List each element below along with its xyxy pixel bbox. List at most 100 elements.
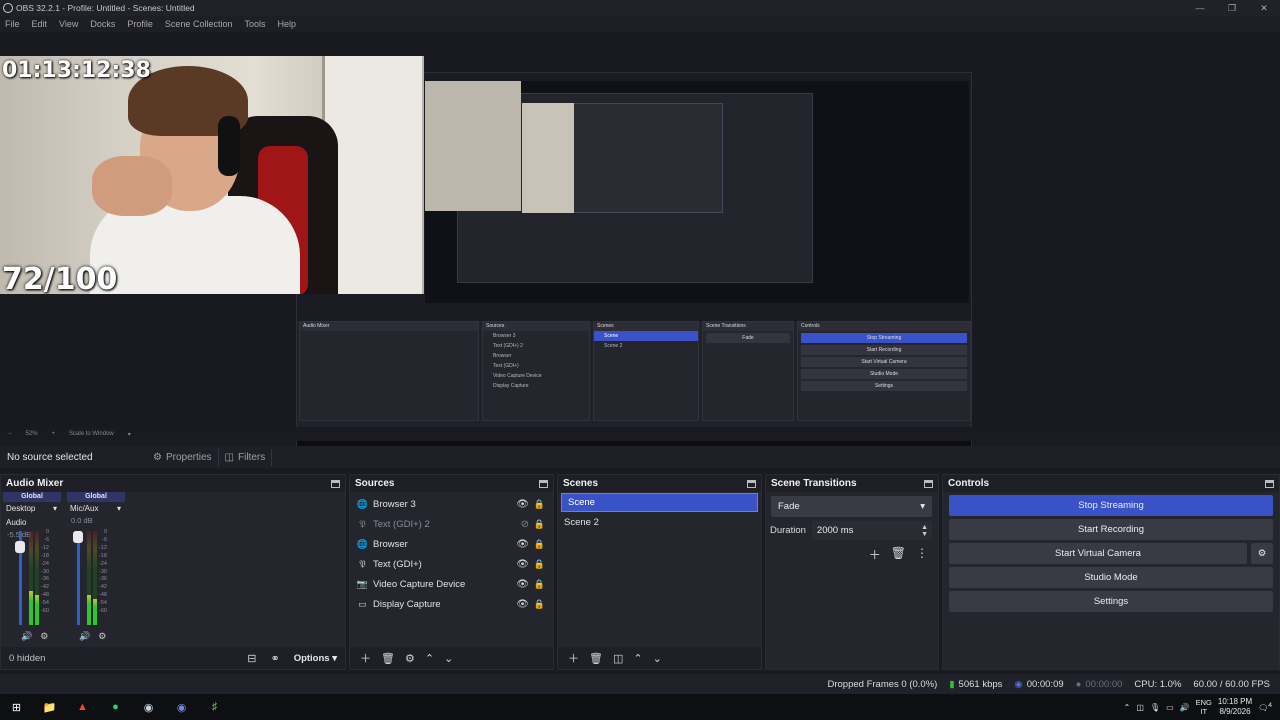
menu-view[interactable]: View bbox=[59, 19, 78, 29]
network-icon[interactable]: ◫ bbox=[1136, 703, 1144, 712]
spinner-arrows-icon[interactable]: ▲ ▼ bbox=[921, 524, 928, 538]
menu-docks[interactable]: Docks bbox=[90, 19, 115, 29]
add-scene-icon[interactable]: ＋ bbox=[568, 650, 579, 666]
eye-hidden-icon[interactable]: ⊘ bbox=[521, 519, 529, 530]
discord-icon[interactable]: ◉ bbox=[165, 694, 198, 720]
menu-edit[interactable]: Edit bbox=[32, 19, 48, 29]
lock-icon[interactable]: 🔒 bbox=[534, 559, 545, 570]
start-recording-button[interactable]: Start Recording bbox=[949, 519, 1273, 540]
source-row[interactable]: 📷 Video Capture Device 👁 🔒 bbox=[350, 574, 553, 594]
source-row[interactable]: 🌐 Browser 3 👁 🔒 bbox=[350, 494, 553, 514]
scene-item[interactable]: Scene bbox=[561, 493, 758, 512]
menu-profile[interactable]: Profile bbox=[127, 19, 153, 29]
source-row[interactable]: 𝔓 Text (GDI+) 2 ⊘ 🔒 bbox=[350, 514, 553, 534]
lock-icon[interactable]: 🔒 bbox=[534, 539, 545, 550]
settings-small-icon[interactable]: ⚙ bbox=[98, 631, 106, 642]
brave-icon[interactable]: ▲ bbox=[66, 694, 99, 720]
remove-transition-icon[interactable]: 🗑 bbox=[891, 546, 906, 563]
lock-icon[interactable]: 🔒 bbox=[534, 519, 545, 530]
record-time-group: ● 00:00:00 bbox=[1076, 679, 1123, 690]
preview-canvas[interactable]: Audio Mixer Sources Browser 3 Text (GDI+… bbox=[0, 32, 1280, 452]
language-indicator[interactable]: ENG IT bbox=[1196, 698, 1212, 716]
chevron-up-icon[interactable]: ⌃ bbox=[1124, 703, 1131, 712]
start-virtual-camera-button[interactable]: Start Virtual Camera bbox=[949, 543, 1247, 564]
remove-scene-icon[interactable]: 🗑 bbox=[589, 652, 603, 665]
volume-icon[interactable]: 🔊 bbox=[1180, 703, 1190, 712]
move-down-icon[interactable]: ⌄ bbox=[444, 652, 453, 665]
menu-help[interactable]: Help bbox=[277, 19, 296, 29]
filters-button[interactable]: ◫ Filters bbox=[219, 448, 273, 466]
channel-name-select[interactable]: Desktop Audio ▾ bbox=[3, 502, 61, 530]
eye-icon[interactable]: 👁 bbox=[516, 579, 529, 590]
steam-icon[interactable]: ◉ bbox=[132, 694, 165, 720]
add-source-icon[interactable]: ＋ bbox=[360, 650, 371, 666]
undock-icon[interactable] bbox=[1265, 479, 1274, 488]
undock-icon[interactable] bbox=[924, 479, 933, 488]
close-icon[interactable]: ✕ bbox=[1248, 0, 1280, 16]
duration-input[interactable]: 2000 ms ▲ ▼ bbox=[811, 521, 932, 540]
file-explorer-icon[interactable]: 📁 bbox=[33, 694, 66, 720]
source-properties-icon[interactable]: ⚙ bbox=[405, 652, 415, 665]
volume-slider-knob[interactable] bbox=[15, 541, 25, 553]
zoom-out-icon[interactable]: − bbox=[8, 431, 12, 437]
zoom-in-icon[interactable]: + bbox=[52, 431, 56, 437]
channel-name-select[interactable]: Mic/Aux ▾ bbox=[67, 502, 125, 516]
move-up-icon[interactable]: ⌃ bbox=[425, 652, 434, 665]
eye-icon[interactable]: 👁 bbox=[516, 539, 529, 550]
undock-icon[interactable] bbox=[539, 479, 548, 488]
scene-item[interactable]: Scene 2 bbox=[558, 513, 761, 533]
chevron-down-icon[interactable]: ▾ bbox=[128, 431, 131, 438]
menu-scene-collection[interactable]: Scene Collection bbox=[165, 19, 233, 29]
restore-icon[interactable]: ❐ bbox=[1216, 0, 1248, 16]
menu-tools[interactable]: Tools bbox=[244, 19, 265, 29]
more-options-icon[interactable]: ⋮ bbox=[916, 546, 928, 563]
volume-slider-track[interactable] bbox=[77, 531, 80, 625]
virtual-camera-row: Start Virtual Camera ⚙ bbox=[949, 543, 1273, 564]
notifications-icon[interactable]: 🗨4 bbox=[1258, 702, 1272, 713]
virtual-camera-settings-button[interactable]: ⚙ bbox=[1251, 543, 1273, 564]
scale-tick: -42 bbox=[41, 584, 49, 591]
minimize-icon[interactable]: — bbox=[1184, 0, 1216, 16]
source-row[interactable]: 𝔓 Text (GDI+) 👁 🔒 bbox=[350, 554, 553, 574]
link-icon[interactable]: ⚭ bbox=[270, 652, 279, 665]
scale-mode[interactable]: Scale to Window bbox=[69, 431, 114, 437]
spotify-icon[interactable]: ● bbox=[99, 694, 132, 720]
lock-icon[interactable]: 🔒 bbox=[534, 599, 545, 610]
source-row[interactable]: ▭ Display Capture 👁 🔒 bbox=[350, 594, 553, 614]
source-row[interactable]: 🌐 Browser 👁 🔒 bbox=[350, 534, 553, 554]
eye-icon[interactable]: 👁 bbox=[516, 499, 529, 510]
layout-toggle-icon[interactable]: ⊟ bbox=[247, 652, 256, 665]
volume-slider-knob[interactable] bbox=[73, 531, 83, 543]
options-button[interactable]: Options ▾ bbox=[294, 653, 337, 664]
lock-icon[interactable]: 🔒 bbox=[534, 499, 545, 510]
speaker-icon[interactable]: 🔊 bbox=[79, 631, 90, 642]
speaker-icon[interactable]: 🔊 bbox=[21, 631, 32, 642]
undock-icon[interactable] bbox=[747, 479, 756, 488]
nested-start-recording: Start Recording bbox=[801, 345, 967, 355]
settings-small-icon[interactable]: ⚙ bbox=[40, 631, 48, 642]
lock-icon[interactable]: 🔒 bbox=[534, 579, 545, 590]
move-up-icon[interactable]: ⌃ bbox=[633, 652, 642, 665]
move-down-icon[interactable]: ⌄ bbox=[653, 652, 662, 665]
clock[interactable]: 10:18 PM 8/9/2026 bbox=[1218, 697, 1252, 717]
settings-button[interactable]: Settings bbox=[949, 591, 1273, 612]
preview-zoom-bar: − 52% + Scale to Window ▾ bbox=[0, 427, 1280, 441]
remove-source-icon[interactable]: 🗑 bbox=[381, 652, 395, 665]
windows-start-icon[interactable]: ⊞ bbox=[0, 694, 33, 720]
microphone-icon[interactable]: 🎙 bbox=[1150, 703, 1160, 712]
studio-mode-button[interactable]: Studio Mode bbox=[949, 567, 1273, 588]
properties-button[interactable]: ⚙ Properties bbox=[147, 448, 219, 466]
scene-filters-icon[interactable]: ◫ bbox=[613, 652, 623, 665]
terminal-icon[interactable]: ♯ bbox=[198, 694, 231, 720]
eye-icon[interactable]: 👁 bbox=[516, 559, 529, 570]
add-transition-icon[interactable]: ＋ bbox=[869, 546, 881, 563]
stop-streaming-button[interactable]: Stop Streaming bbox=[949, 495, 1273, 516]
nested-source-row: Display Capture bbox=[493, 383, 529, 389]
menu-file[interactable]: File bbox=[5, 19, 20, 29]
transition-select[interactable]: Fade ▾ bbox=[771, 496, 932, 517]
ethernet-icon[interactable]: ▭ bbox=[1166, 703, 1174, 712]
eye-icon[interactable]: 👁 bbox=[516, 599, 529, 610]
audio-mixer-footer: 0 hidden ⊟ ⚭ Options ▾ bbox=[1, 647, 345, 669]
nested-controls-header: Controls bbox=[798, 322, 970, 331]
undock-icon[interactable] bbox=[331, 479, 340, 488]
